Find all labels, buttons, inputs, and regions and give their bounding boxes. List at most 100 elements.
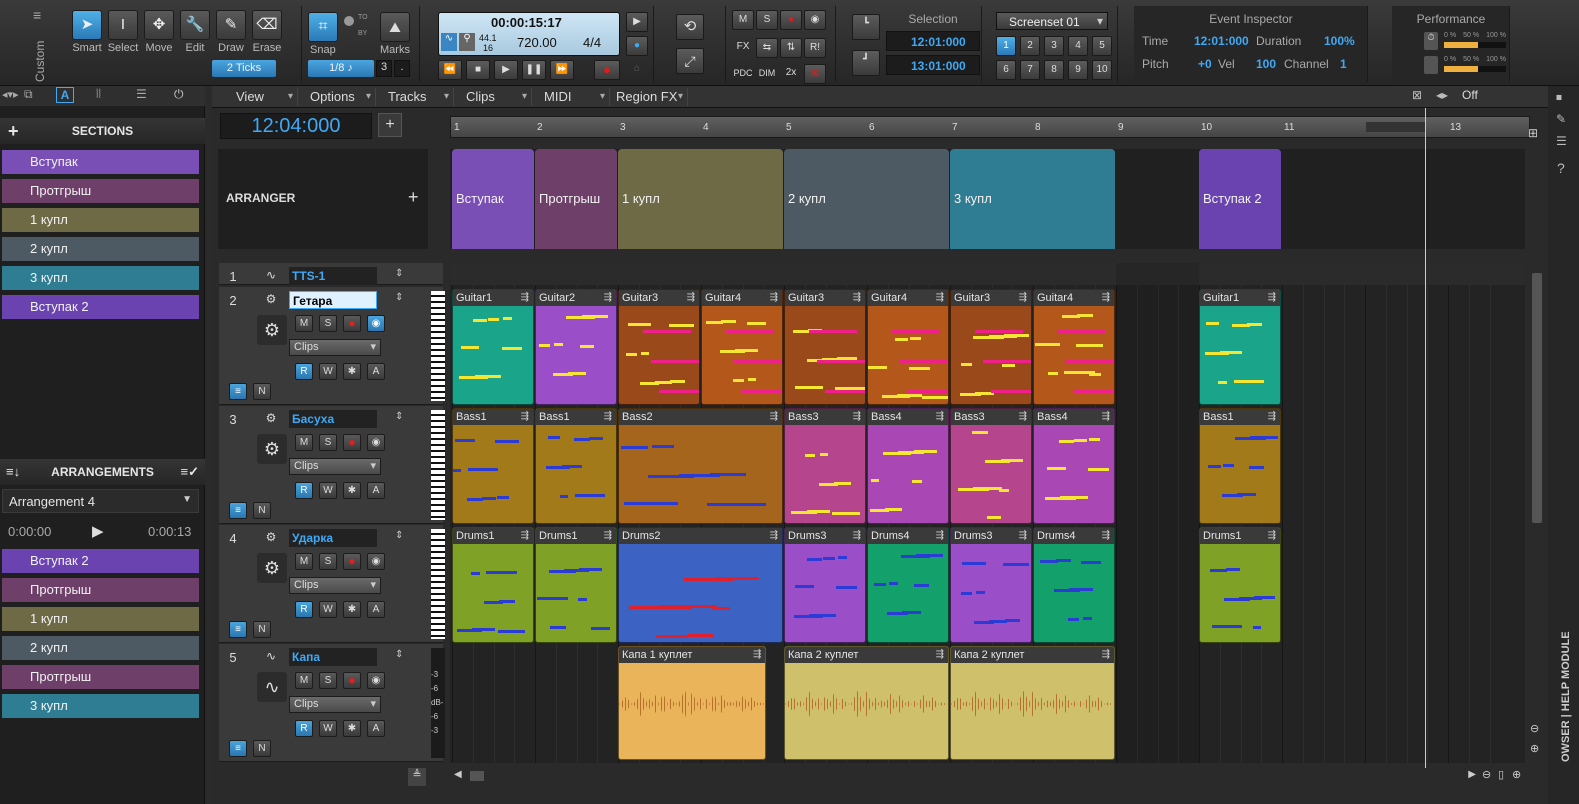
now-time-cursor[interactable] — [1425, 108, 1426, 778]
write-automation-button[interactable]: W — [319, 720, 337, 737]
stop-button[interactable]: ■ — [466, 60, 490, 80]
clips-dropdown[interactable]: Clips — [289, 458, 381, 475]
rewind-button[interactable]: ⏪ — [438, 60, 462, 80]
transport-display[interactable]: 00:00:15:17 ∿ ⚲ 44.1 16 720.00 4/4 — [438, 12, 620, 56]
clip[interactable]: Guitar3 — [950, 289, 1032, 405]
collapse-icon[interactable]: ⇕ — [395, 268, 403, 279]
record-mode-button[interactable]: ● — [626, 36, 648, 56]
arrangement-item[interactable]: 1 купл — [2, 607, 199, 631]
help-icon[interactable]: ? — [1557, 160, 1565, 176]
input-echo-button[interactable]: ◉ — [367, 553, 385, 570]
screenset-10-button[interactable]: 10 — [1092, 60, 1112, 80]
event-duration[interactable]: 100% — [1324, 34, 1355, 48]
clip[interactable]: Drums2 — [618, 527, 783, 643]
screenset-3-button[interactable]: 3 — [1044, 36, 1064, 56]
selection-end-icon[interactable]: ┛ — [852, 50, 880, 76]
track-header-3[interactable]: 3⚙Басуха⇕⚙MS●◉ClipsRW✱A≡N — [219, 406, 445, 524]
play-button[interactable]: ▶ — [494, 60, 518, 80]
collapse-icon[interactable]: ⇕ — [395, 649, 403, 660]
arranger-section[interactable]: 3 купл — [950, 149, 1115, 249]
clip[interactable]: Bass1 — [535, 408, 617, 524]
tool-move[interactable]: ✥ Move — [142, 6, 176, 54]
clip[interactable]: Guitar4 — [867, 289, 949, 405]
clips-dropdown[interactable]: Clips — [289, 696, 381, 713]
star-icon[interactable]: ✱ — [343, 482, 361, 499]
dock-icon-2[interactable]: ✎ — [1556, 112, 1566, 126]
track-header-5[interactable]: 5∿Капа⇕∿MS●◉ClipsRW✱A≡N-3-6dB--6-3 — [219, 644, 445, 762]
waveform-icon[interactable]: ⦚⦚ — [96, 87, 101, 102]
add-track-button[interactable]: + — [378, 113, 402, 137]
add-section-button[interactable]: + — [8, 118, 19, 144]
dock-icon-1[interactable]: ⏹ — [1556, 90, 1562, 105]
track-header-2[interactable]: 2⚙Гетара⇕⚙MS●◉ClipsRW✱A≡N — [219, 287, 445, 405]
track-header-1[interactable]: 1 ∿ TTS-1 ⇕ — [219, 263, 443, 285]
screenset-6-button[interactable]: 6 — [996, 60, 1016, 80]
edit-filter-icon[interactable]: ≡ — [229, 383, 247, 400]
selection-start-field[interactable]: 12:01:000 — [886, 31, 980, 51]
input-echo-button[interactable]: ◉ — [367, 315, 385, 332]
track-name[interactable]: Капа — [289, 648, 377, 666]
read-automation-button[interactable]: R — [295, 363, 313, 380]
tool-ticks-dropdown[interactable]: 2 Ticks — [212, 60, 276, 77]
clips-dropdown[interactable]: Clips — [289, 577, 381, 594]
solo-all-button[interactable]: S — [756, 10, 778, 30]
screenset-5-button[interactable]: 5 — [1092, 36, 1112, 56]
marks-icon[interactable]: ⛰ — [380, 12, 410, 42]
clip[interactable]: Drums1 — [452, 527, 534, 643]
clip[interactable]: Bass4 — [1033, 408, 1115, 524]
tool-select[interactable]: I Select — [106, 6, 140, 54]
arrangement-item[interactable]: 3 купл — [2, 694, 199, 718]
horizontal-scroll-thumb[interactable] — [470, 771, 484, 781]
arrangement-select[interactable]: Arrangement 4 ▼ — [2, 489, 199, 513]
clip[interactable]: Bass4 — [867, 408, 949, 524]
meter-display[interactable]: 4/4 — [583, 35, 601, 50]
arranger-section[interactable]: 2 купл — [784, 149, 949, 249]
zoom-in-v-icon[interactable]: ⊕ — [1530, 742, 1539, 755]
edit-filter-icon[interactable]: ≡ — [229, 621, 247, 638]
snap-icon[interactable]: ⌗ — [308, 12, 338, 42]
section-item[interactable]: Вступак — [2, 150, 199, 174]
pdc-button[interactable]: PDC — [732, 64, 754, 84]
arrangement-item[interactable]: Протгрыш — [2, 578, 199, 602]
add-marker-button[interactable]: ⊞ — [1528, 126, 1538, 140]
sends-button[interactable]: ⇆ — [756, 38, 778, 58]
input-echo-button[interactable]: ◉ — [367, 434, 385, 451]
tool-edit[interactable]: 🔧 Edit — [178, 6, 212, 54]
track-name[interactable]: Ударка — [289, 529, 377, 547]
solo-button[interactable]: S — [319, 315, 337, 332]
power-icon[interactable]: ⏻ — [174, 87, 184, 102]
clip[interactable]: Bass1 — [452, 408, 534, 524]
clip[interactable]: Guitar2 — [535, 289, 617, 405]
record-arm-button[interactable]: ● — [343, 553, 361, 570]
section-item[interactable]: Протгрыш — [2, 179, 199, 203]
double-speed-button[interactable]: 2x — [780, 64, 802, 84]
arrangement-item[interactable]: Протгрыш — [2, 665, 199, 689]
clip[interactable]: Drums4 — [1033, 527, 1115, 643]
clip[interactable]: Капа 2 куплет — [784, 646, 949, 760]
snap-to-grid-icon[interactable]: ⊠ — [1412, 88, 1422, 102]
side-tab-labels[interactable]: OWSER | HELP MODULE — [1560, 622, 1572, 762]
clip[interactable]: Guitar3 — [784, 289, 866, 405]
arrangement-play-button[interactable]: ▶ — [92, 522, 104, 540]
solo-button[interactable]: S — [319, 672, 337, 689]
clip[interactable]: Bass2 — [618, 408, 783, 524]
scroll-left-icon[interactable]: ◀ — [454, 769, 462, 780]
selection-end-field[interactable]: 13:01:000 — [886, 55, 980, 75]
clip[interactable]: Drums3 — [784, 527, 866, 643]
arranger-add-button[interactable]: + — [408, 187, 419, 208]
solo-button[interactable]: S — [319, 553, 337, 570]
tempo-display[interactable]: 720.00 — [517, 35, 557, 50]
menu-tracks[interactable]: Tracks — [380, 88, 454, 106]
automation-lane-button[interactable]: A — [367, 720, 385, 737]
tool-smart[interactable]: ➤ Smart — [70, 6, 104, 54]
now-time-display[interactable]: 12:04:000 — [220, 113, 372, 139]
clip[interactable]: Drums4 — [867, 527, 949, 643]
clip[interactable]: Bass3 — [784, 408, 866, 524]
screenset-8-button[interactable]: 8 — [1044, 60, 1064, 80]
screenset-4-button[interactable]: 4 — [1068, 36, 1088, 56]
envelope-icon[interactable]: N — [253, 621, 271, 638]
clip[interactable]: Guitar1 — [452, 289, 534, 405]
mute-button[interactable]: M — [295, 672, 313, 689]
edit-filter-icon[interactable]: ≡ — [229, 502, 247, 519]
window-icon[interactable]: ⧉ — [24, 87, 33, 102]
